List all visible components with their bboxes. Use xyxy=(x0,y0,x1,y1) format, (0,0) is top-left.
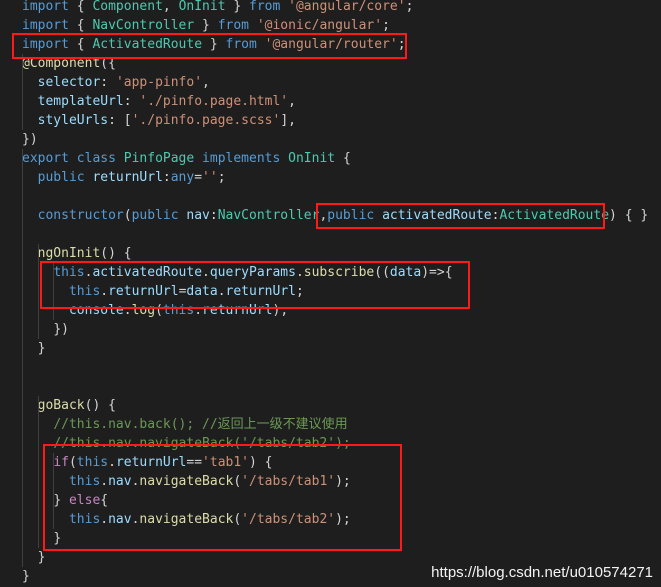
code-line: selector: 'app-pinfo', xyxy=(37,75,210,90)
code-line: //this.nav.back(); //返回上一级不建议使用 xyxy=(53,417,348,432)
code-line: templateUrl: './pinfo.page.html', xyxy=(37,94,296,109)
code-line: ngOnInit() { xyxy=(37,246,132,261)
code-line: @Component({ xyxy=(22,56,116,71)
code-line: } else{ xyxy=(53,493,109,508)
indent-guide xyxy=(22,54,23,130)
code-line: this.returnUrl=data.returnUrl; xyxy=(68,284,304,299)
code-line: public returnUrl:any=''; xyxy=(37,170,226,185)
code-line: console.log(this.returnUrl); xyxy=(68,303,289,318)
code-line: this.nav.navigateBack('/tabs/tab2'); xyxy=(68,512,351,527)
watermark: https://blog.csdn.net/u010574271 xyxy=(431,564,653,581)
code-line: this.nav.navigateBack('/tabs/tab1'); xyxy=(68,474,351,489)
indent-guide xyxy=(53,491,54,529)
code-line: styleUrls: ['./pinfo.page.scss'], xyxy=(37,113,296,128)
code-line: if(this.returnUrl=='tab1') { xyxy=(53,455,273,470)
code-line: import { NavController } from '@ionic/an… xyxy=(22,18,390,33)
indent-guide xyxy=(53,263,54,320)
code-line: }) xyxy=(22,132,38,147)
indent-guide xyxy=(38,396,39,548)
code-editor[interactable]: import { Component, OnInit } from '@angu… xyxy=(0,0,661,587)
code-line: } xyxy=(37,341,46,356)
code-line: //this.nav.navigateBack('/tabs/tab2'); xyxy=(53,436,351,451)
code-line: } xyxy=(53,531,62,546)
code-line: import { Component, OnInit } from '@angu… xyxy=(22,0,414,14)
code-line: import { ActivatedRoute } from '@angular… xyxy=(22,37,406,52)
indent-guide xyxy=(22,149,23,567)
code-line: goBack() { xyxy=(37,398,116,413)
code-line: constructor(public nav:NavController,pub… xyxy=(37,208,649,223)
code-line: this.activatedRoute.queryParams.subscrib… xyxy=(53,265,453,280)
code-line: export class PinfoPage implements OnInit… xyxy=(22,151,351,166)
indent-guide xyxy=(53,453,54,491)
indent-guide xyxy=(38,244,39,339)
code-line: }) xyxy=(53,322,69,337)
